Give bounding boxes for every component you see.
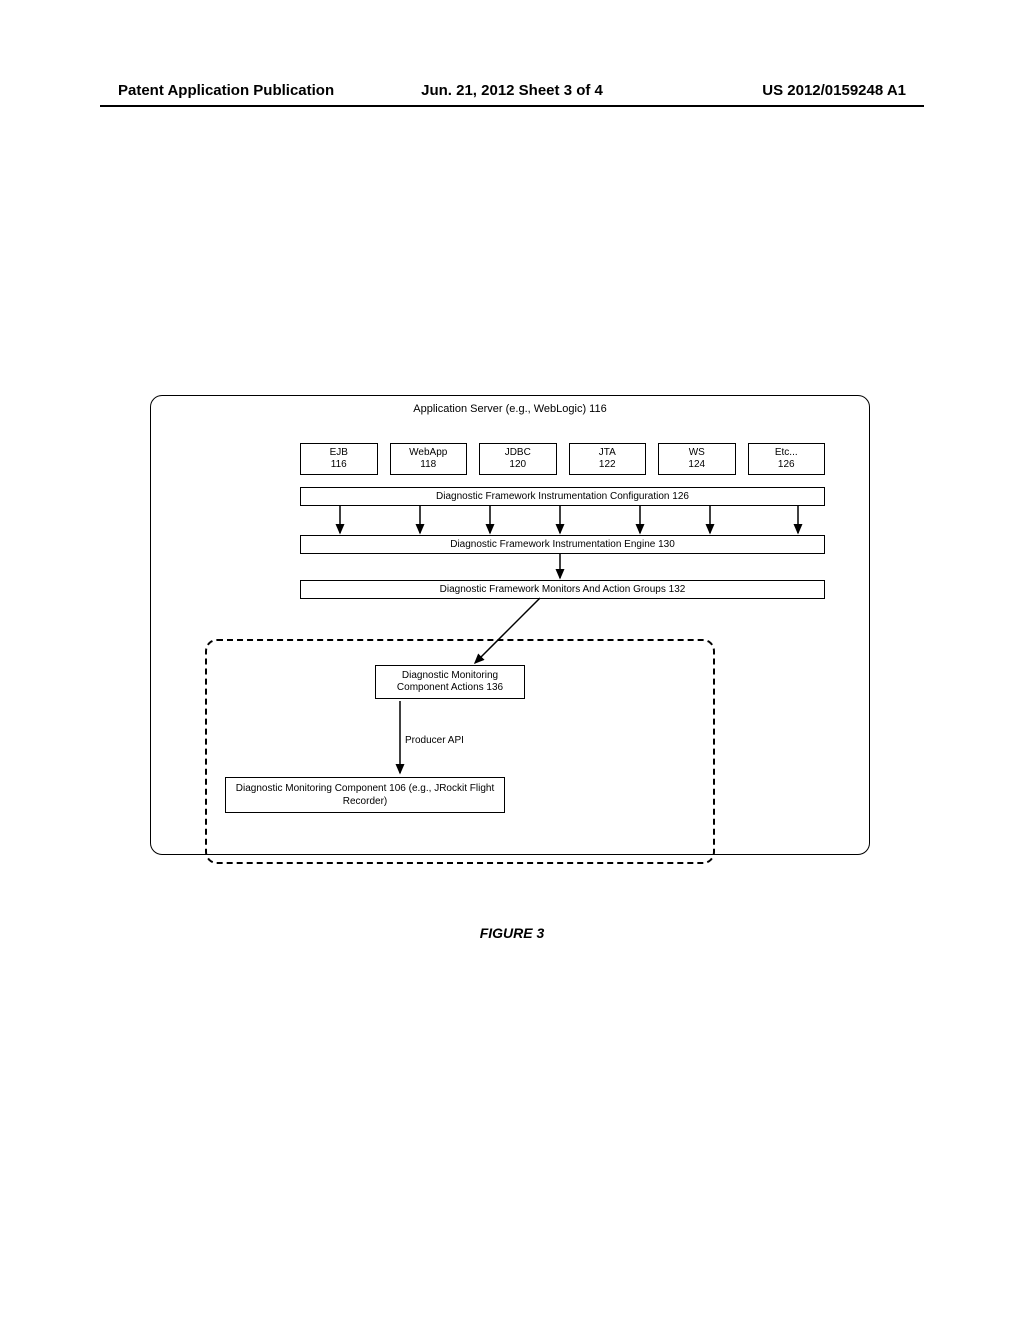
header-center: Jun. 21, 2012 Sheet 3 of 4 — [421, 82, 603, 99]
box-number: 118 — [420, 459, 436, 470]
component-actions-box: Diagnostic Monitoring Component Actions … — [375, 665, 525, 699]
box-ejb: EJB 116 — [300, 443, 378, 475]
header-left: Patent Application Publication — [118, 82, 334, 99]
box-number: 126 — [778, 459, 795, 470]
box-jta: JTA 122 — [569, 443, 647, 475]
engine-box: Diagnostic Framework Instrumentation Eng… — [300, 535, 825, 554]
page-header: Patent Application Publication Jun. 21, … — [0, 82, 1024, 99]
box-label: JDBC — [505, 447, 531, 458]
box-webapp: WebApp 118 — [390, 443, 468, 475]
diagram-container: Application Server (e.g., WebLogic) 116 … — [150, 395, 870, 865]
box-label: JTA — [599, 447, 616, 458]
box-etc: Etc... 126 — [748, 443, 826, 475]
config-box: Diagnostic Framework Instrumentation Con… — [300, 487, 825, 506]
header-right: US 2012/0159248 A1 — [762, 82, 906, 99]
app-server-title: Application Server (e.g., WebLogic) 116 — [413, 403, 606, 415]
producer-api-label: Producer API — [405, 735, 464, 746]
box-number: 122 — [599, 459, 616, 470]
box-label: WebApp — [409, 447, 447, 458]
monitors-box: Diagnostic Framework Monitors And Action… — [300, 580, 825, 599]
monitoring-component-box: Diagnostic Monitoring Component 106 (e.g… — [225, 777, 505, 813]
box-ws: WS 124 — [658, 443, 736, 475]
box-label: Etc... — [775, 447, 798, 458]
top-boxes-row: EJB 116 WebApp 118 JDBC 120 JTA 122 WS 1… — [300, 443, 825, 475]
box-label: EJB — [330, 447, 348, 458]
figure-label: FIGURE 3 — [480, 925, 545, 941]
box-number: 116 — [331, 459, 347, 470]
box-jdbc: JDBC 120 — [479, 443, 557, 475]
header-divider — [100, 105, 924, 107]
box-number: 120 — [509, 459, 526, 470]
box-label: WS — [689, 447, 705, 458]
box-number: 124 — [688, 459, 705, 470]
